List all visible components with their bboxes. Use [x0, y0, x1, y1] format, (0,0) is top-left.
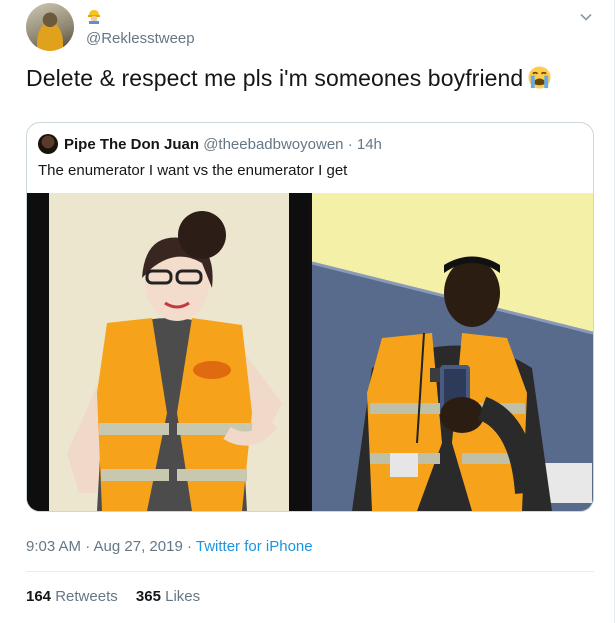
timestamp-row: 9:03 AM · Aug 27, 2019 · Twitter for iPh… — [26, 538, 313, 555]
likes-stat[interactable]: 365 Likes — [136, 588, 200, 605]
stats-divider — [26, 571, 594, 572]
loudly-crying-face-icon — [528, 66, 551, 89]
retweets-count: 164 — [26, 588, 52, 605]
quoted-header: Pipe The Don Juan @theebadbwoyowen · 14h — [64, 136, 382, 153]
likes-label: Likes — [165, 588, 201, 605]
quoted-handle[interactable]: @theebadbwoyowen — [203, 136, 343, 153]
chevron-down-icon[interactable] — [579, 10, 593, 24]
tweet-body: Delete & respect me pls i'm someones boy… — [26, 65, 524, 91]
tweet: @Reklesstweep Delete & respect me pls i'… — [0, 0, 615, 623]
quoted-tweet[interactable]: Pipe The Don Juan @theebadbwoyowen · 14h… — [26, 122, 594, 512]
likes-count: 365 — [135, 588, 161, 605]
quoted-avatar — [38, 134, 58, 154]
construction-worker-icon — [88, 10, 100, 24]
retweets-stat[interactable]: 164 Retweets — [26, 588, 122, 605]
avatar[interactable] — [26, 3, 74, 51]
timestamp[interactable]: 9:03 AM · Aug 27, 2019 — [26, 538, 183, 555]
quoted-dot: · — [347, 136, 353, 153]
photo-woman[interactable] — [27, 193, 309, 511]
user-handle[interactable]: @Reklesstweep — [86, 30, 195, 47]
quoted-text: The enumerator I want vs the enumerator … — [38, 162, 348, 179]
photo-man[interactable] — [312, 193, 593, 511]
stats-row: 164 Retweets 365 Likes — [26, 588, 200, 605]
timestamp-dot: · — [186, 538, 192, 555]
photo-man-illustration — [312, 193, 593, 511]
media-grid — [27, 193, 593, 511]
source-link[interactable]: Twitter for iPhone — [196, 538, 313, 555]
photo-woman-illustration — [27, 193, 309, 511]
quoted-name[interactable]: Pipe The Don Juan — [64, 136, 199, 153]
retweets-label: Retweets — [55, 588, 118, 605]
quoted-time[interactable]: 14h — [357, 136, 382, 153]
tweet-text: Delete & respect me pls i'm someones boy… — [26, 65, 552, 92]
